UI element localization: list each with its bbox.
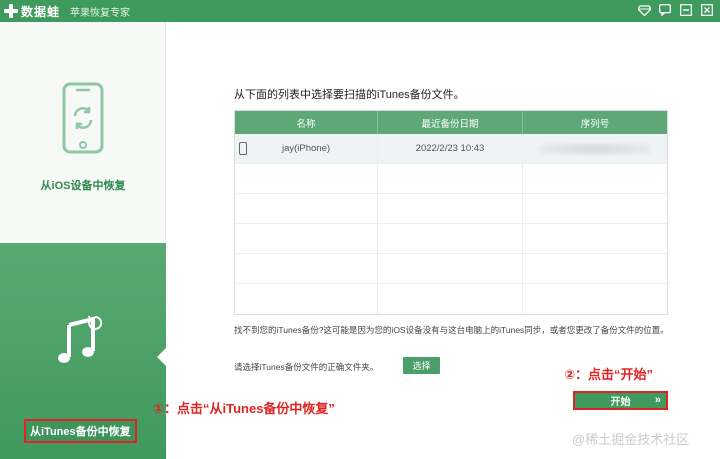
backup-table: 名称 最近备份日期 序列号 jay(iPhone) 2022/2/23 10:4… [234,110,668,315]
annotation-step-2: ②：点击“开始” [564,367,654,382]
gem-icon[interactable] [637,3,651,17]
window-controls [637,3,714,17]
cell-date: 2022/2/23 10:43 [378,134,523,163]
cell-name: jay(iPhone) [235,134,378,163]
logo-text: 数据蛙 [21,4,61,19]
folder-pick-label: 请选择iTunes备份文件的正确文件夹。 [234,362,379,372]
phone-icon [239,142,247,155]
title-bar: 数据蛙 苹果恢复专家 [0,0,720,22]
annotation-step-1: ①：点击“从iTunes备份中恢复” [153,401,335,416]
double-chevron-right-icon: » [654,394,661,406]
table-row-empty [235,254,667,284]
column-header-date[interactable]: 最近备份日期 [378,111,523,134]
app-logo: 数据蛙 [4,2,60,20]
active-indicator [157,348,166,366]
app-subtitle: 苹果恢复专家 [70,8,130,19]
minimize-icon[interactable] [679,3,693,17]
instruction-text: 从下面的列表中选择要扫描的iTunes备份文件。 [234,89,465,101]
cell-serial [523,134,667,163]
music-note-icon [53,313,109,374]
sidebar-item-label: 从iOS设备中恢复 [40,180,126,192]
start-button-label: 开始 [610,397,631,408]
table-row-empty [235,224,667,254]
backup-name: jay(iPhone) [281,143,331,154]
column-header-serial[interactable]: 序列号 [523,111,667,134]
table-row-empty [235,164,667,194]
sidebar-item-ios-device[interactable]: 从iOS设备中恢复 [0,22,166,243]
table-header: 名称 最近备份日期 序列号 [235,111,667,134]
table-row-empty [235,284,667,314]
start-button[interactable]: 开始 » [573,391,668,410]
column-header-name[interactable]: 名称 [235,111,378,134]
table-row[interactable]: jay(iPhone) 2022/2/23 10:43 [235,134,667,164]
watermark: @稀土掘金技术社区 [572,432,690,447]
select-folder-button[interactable]: 选择 [403,357,440,374]
feedback-icon[interactable] [658,3,672,17]
serial-redacted [539,143,651,154]
close-icon[interactable] [700,3,714,17]
table-row-empty [235,194,667,224]
sidebar: 从iOS设备中恢复 从iTunes备份中恢复 [0,22,166,459]
sidebar-item-itunes-backup[interactable]: 从iTunes备份中恢复 [0,243,166,459]
phone-restore-icon [62,82,104,159]
sidebar-item-label: 从iTunes备份中恢复 [24,419,137,443]
help-note: 找不到您的iTunes备份?这可能是因为您的iOS设备没有与这台电脑上的iTun… [234,325,669,335]
plus-logo-icon [4,4,18,18]
